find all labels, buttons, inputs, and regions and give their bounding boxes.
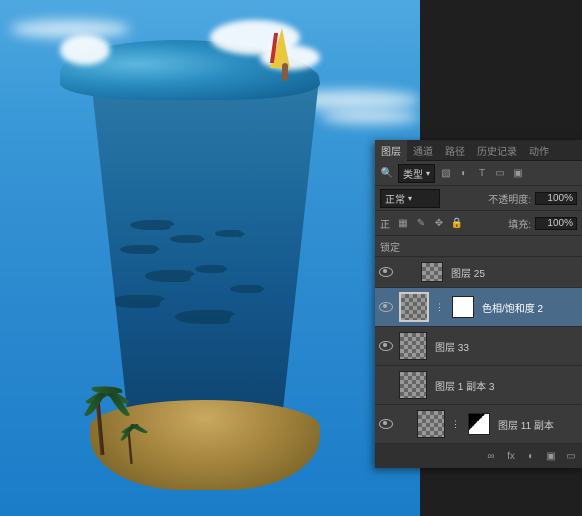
visibility-toggle[interactable] bbox=[379, 302, 393, 312]
artwork-windsurfer bbox=[260, 28, 310, 93]
link-layers-icon[interactable]: ∞ bbox=[484, 449, 498, 463]
layer-row[interactable]: 图层 33 bbox=[375, 327, 582, 366]
filter-shape-icon[interactable]: ▭ bbox=[493, 166, 507, 180]
visibility-toggle[interactable] bbox=[379, 267, 393, 277]
lock-move-icon[interactable]: ✥ bbox=[432, 216, 446, 230]
mask-icon[interactable]: ◐ bbox=[524, 449, 538, 463]
layer-thumbnail[interactable] bbox=[399, 292, 429, 322]
document-canvas[interactable] bbox=[0, 0, 420, 516]
panel-bottom-bar: ∞ fx ◐ ▣ ▭ bbox=[375, 444, 582, 468]
group-icon[interactable]: ▭ bbox=[564, 449, 578, 463]
filter-text-icon[interactable]: T bbox=[475, 166, 489, 180]
layer-thumbnail[interactable] bbox=[399, 371, 427, 399]
lock-all-icon[interactable]: 🔒 bbox=[450, 216, 464, 230]
layer-row[interactable]: 图层 25 bbox=[375, 257, 582, 288]
visibility-toggle[interactable] bbox=[379, 419, 393, 429]
layer-thumbnail[interactable] bbox=[399, 332, 427, 360]
layer-name[interactable]: 色相/饱和度 2 bbox=[478, 300, 543, 315]
filter-type-dropdown[interactable]: 类型 bbox=[398, 164, 435, 183]
filter-adjust-icon[interactable]: ◐ bbox=[457, 166, 471, 180]
layer-thumbnail[interactable] bbox=[421, 262, 443, 282]
lock-brush-icon[interactable]: ✎ bbox=[414, 216, 428, 230]
fill-input[interactable]: 100% bbox=[535, 217, 577, 230]
filter-image-icon[interactable]: ▧ bbox=[439, 166, 453, 180]
adjustment-icon[interactable]: ▣ bbox=[544, 449, 558, 463]
blend-opacity-row: 正常 不透明度: 100% bbox=[375, 186, 582, 211]
blend-mode-dropdown[interactable]: 正常 bbox=[380, 189, 440, 208]
mask-link-icon[interactable]: ⋮ bbox=[433, 302, 446, 313]
fx-icon[interactable]: fx bbox=[504, 449, 518, 463]
panel-tabs: 图层 通道 路径 历史记录 动作 bbox=[375, 140, 582, 161]
opacity-label: 不透明度: bbox=[488, 191, 531, 206]
tab-channels[interactable]: 通道 bbox=[407, 140, 439, 161]
artwork-palm-tree-small bbox=[112, 413, 148, 467]
layers-panel: 图层 通道 路径 历史记录 动作 🔍 类型 ▧ ◐ T ▭ ▣ 正常 不透明度:… bbox=[375, 140, 582, 468]
layer-name[interactable]: 图层 1 副本 3 bbox=[431, 378, 494, 393]
filter-smart-icon[interactable]: ▣ bbox=[511, 166, 525, 180]
layer-list: 图层 25 ⋮ 色相/饱和度 2 图层 33 图层 1 副本 3 ⋮ 图层 11… bbox=[375, 257, 582, 444]
layer-filter-row: 🔍 类型 ▧ ◐ T ▭ ▣ bbox=[375, 161, 582, 186]
layer-thumbnail[interactable] bbox=[417, 410, 445, 438]
layer-mask[interactable] bbox=[452, 296, 474, 318]
layer-row[interactable]: ⋮ 色相/饱和度 2 bbox=[375, 288, 582, 327]
layer-name[interactable]: 图层 25 bbox=[447, 265, 485, 280]
layer-mask[interactable] bbox=[468, 413, 490, 435]
layer-name[interactable]: 图层 33 bbox=[431, 339, 469, 354]
fill-label: 填充: bbox=[508, 216, 531, 231]
lock-label-trunc: 正 bbox=[380, 216, 392, 231]
tab-actions[interactable]: 动作 bbox=[523, 140, 555, 161]
lock-fill-row: 正 ▦ ✎ ✥ 🔒 填充: 100% bbox=[375, 211, 582, 236]
visibility-toggle[interactable] bbox=[379, 341, 393, 351]
tab-layers[interactable]: 图层 bbox=[375, 140, 407, 161]
search-icon: 🔍 bbox=[380, 166, 394, 180]
opacity-input[interactable]: 100% bbox=[535, 192, 577, 205]
lock-label: 锁定 bbox=[380, 239, 400, 254]
layer-row[interactable]: 图层 1 副本 3 bbox=[375, 366, 582, 405]
layer-row[interactable]: ⋮ 图层 11 副本 bbox=[375, 405, 582, 444]
tab-paths[interactable]: 路径 bbox=[439, 140, 471, 161]
mask-link-icon[interactable]: ⋮ bbox=[449, 419, 462, 430]
layer-name[interactable]: 图层 11 副本 bbox=[494, 417, 554, 432]
lock-sub-row: 锁定 bbox=[375, 236, 582, 257]
tab-history[interactable]: 历史记录 bbox=[471, 140, 523, 161]
lock-transparency-icon[interactable]: ▦ bbox=[396, 216, 410, 230]
